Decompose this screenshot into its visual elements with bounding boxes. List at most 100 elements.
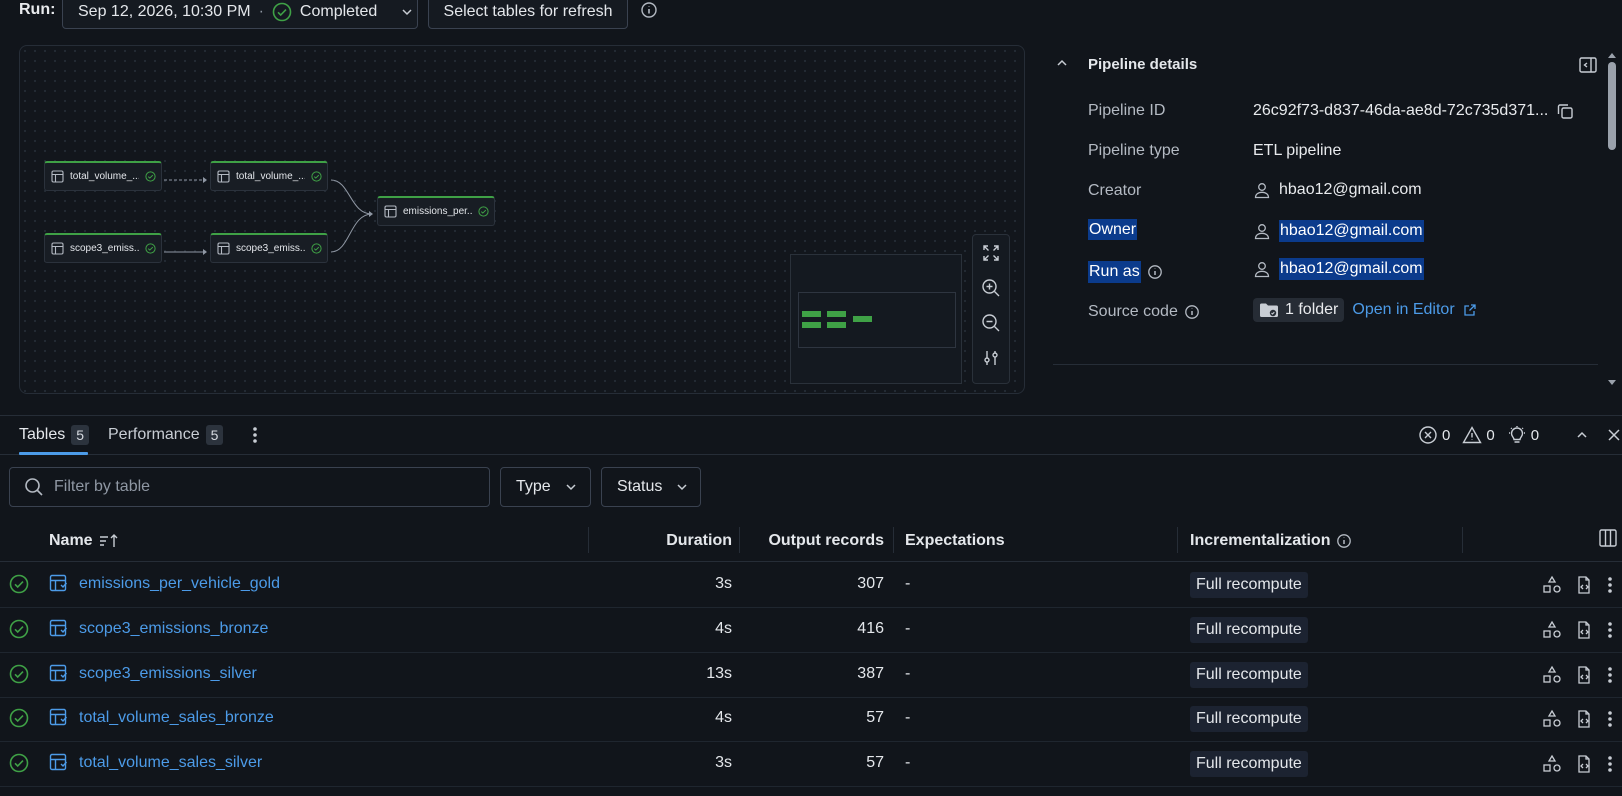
tab-performance[interactable]: Performance 5 xyxy=(108,425,224,445)
graph-node[interactable]: scope3_emiss... xyxy=(44,233,162,263)
table-name-link[interactable]: scope3_emissions_bronze xyxy=(79,620,268,638)
tab-label: Tables xyxy=(19,426,66,443)
zoom-in-icon xyxy=(981,278,1001,298)
folder-chip[interactable]: 1 folder xyxy=(1253,298,1345,322)
run-selector[interactable]: Sep 12, 2026, 10:30 PM · Completed xyxy=(62,0,418,29)
select-tables-refresh-button[interactable]: Select tables for refresh xyxy=(428,0,628,29)
table-icon xyxy=(49,708,69,728)
view-code-icon[interactable] xyxy=(1574,754,1594,774)
graph-node[interactable]: emissions_per... xyxy=(377,196,495,226)
collapse-details-icon[interactable] xyxy=(1055,56,1069,70)
creator-label: Creator xyxy=(1088,182,1142,199)
side-panel-icon[interactable] xyxy=(1578,55,1598,75)
table-name-link[interactable]: total_volume_sales_bronze xyxy=(79,709,274,727)
info-icon[interactable] xyxy=(1184,304,1200,320)
name-column-header[interactable]: Name xyxy=(49,532,119,550)
view-code-icon[interactable] xyxy=(1574,620,1594,640)
graph-node[interactable]: scope3_emiss... xyxy=(210,233,328,263)
issue-counters[interactable]: 0 0 0 xyxy=(1418,425,1539,445)
expand-icon xyxy=(982,244,1000,262)
row-actions xyxy=(1542,754,1614,774)
table-name-link[interactable]: scope3_emissions_silver xyxy=(79,665,257,683)
info-icon[interactable] xyxy=(1336,533,1352,549)
check-circle-icon xyxy=(9,664,29,684)
owner-email: hbao12@gmail.com xyxy=(1279,220,1424,242)
search-icon xyxy=(24,477,44,497)
fit-view-button[interactable] xyxy=(973,235,1009,270)
graph-node[interactable]: total_volume_... xyxy=(44,161,162,191)
output-records-cell: 57 xyxy=(866,709,884,727)
row-more-icon[interactable] xyxy=(1606,754,1614,774)
info-icon[interactable] xyxy=(1147,264,1163,280)
check-circle-icon xyxy=(9,753,29,773)
graph-node[interactable]: total_volume_... xyxy=(210,161,328,191)
check-circle-icon xyxy=(9,574,29,594)
run-date: Sep 12, 2026, 10:30 PM xyxy=(78,2,251,20)
lightbulb-icon xyxy=(1507,425,1527,445)
run-separator: · xyxy=(258,2,264,20)
zoom-out-button[interactable] xyxy=(973,305,1009,340)
table-row[interactable]: emissions_per_vehicle_gold 3s 307 - Full… xyxy=(0,563,1622,608)
error-count: 0 xyxy=(1442,426,1451,444)
lineage-icon[interactable] xyxy=(1542,575,1562,595)
owner-label-text: Owner xyxy=(1088,219,1138,240)
table-row[interactable]: total_volume_sales_bronze 4s 57 - Full r… xyxy=(0,697,1622,743)
row-more-icon[interactable] xyxy=(1606,620,1614,640)
row-more-icon[interactable] xyxy=(1606,575,1614,595)
expectations-column-header[interactable]: Expectations xyxy=(905,532,1005,550)
lineage-icon[interactable] xyxy=(1542,709,1562,729)
column-separator[interactable] xyxy=(588,527,589,553)
table-filter-input[interactable]: Filter by table xyxy=(9,467,490,507)
lineage-icon[interactable] xyxy=(1542,620,1562,640)
incrementalization-column-header[interactable]: Incrementalization xyxy=(1190,532,1352,550)
table-row[interactable]: total_volume_sales_silver 3s 57 - Full r… xyxy=(0,742,1622,788)
copy-icon[interactable] xyxy=(1556,102,1574,120)
output-records-column-header[interactable]: Output records xyxy=(768,532,884,550)
row-more-icon[interactable] xyxy=(1606,665,1614,685)
run-as-email: hbao12@gmail.com xyxy=(1279,258,1424,280)
more-tabs-icon[interactable] xyxy=(247,425,263,445)
info-icon[interactable] xyxy=(640,1,658,19)
chevron-down-icon xyxy=(565,481,577,493)
filter-placeholder: Filter by table xyxy=(54,478,151,495)
table-row[interactable]: scope3_emissions_bronze 4s 416 - Full re… xyxy=(0,608,1622,653)
row-actions xyxy=(1542,709,1614,729)
table-name-link[interactable]: total_volume_sales_silver xyxy=(79,754,262,772)
chevron-down-icon xyxy=(401,6,413,18)
graph-settings-button[interactable] xyxy=(973,340,1009,375)
columns-icon[interactable] xyxy=(1598,528,1618,548)
view-code-icon[interactable] xyxy=(1574,709,1594,729)
row-more-icon[interactable] xyxy=(1606,709,1614,729)
bottom-tabs-bar xyxy=(0,415,1622,455)
graph-node-label: scope3_emiss... xyxy=(236,243,305,254)
close-icon[interactable] xyxy=(1606,427,1622,443)
table-icon xyxy=(51,170,64,183)
column-separator[interactable] xyxy=(1462,527,1463,553)
pipeline-id-text: 26c92f73-d837-46da-ae8d-72c735d371... xyxy=(1253,102,1549,119)
folder-icon xyxy=(1259,302,1279,318)
column-separator[interactable] xyxy=(893,527,894,553)
run-status: Completed xyxy=(299,2,378,20)
zoom-in-button[interactable] xyxy=(973,270,1009,305)
view-code-icon[interactable] xyxy=(1574,575,1594,595)
view-code-icon[interactable] xyxy=(1574,665,1594,685)
tab-tables[interactable]: Tables 5 xyxy=(19,425,90,445)
lineage-icon[interactable] xyxy=(1542,754,1562,774)
chevron-up-icon[interactable] xyxy=(1575,428,1589,442)
type-dropdown[interactable]: Type xyxy=(500,467,591,507)
graph-node-label: emissions_per... xyxy=(403,206,472,217)
duration-column-header[interactable]: Duration xyxy=(666,532,732,550)
column-separator[interactable] xyxy=(1177,527,1178,553)
check-circle-icon xyxy=(311,171,322,182)
warning-icon xyxy=(1462,425,1483,445)
table-name-link[interactable]: emissions_per_vehicle_gold xyxy=(79,575,280,593)
status-dropdown[interactable]: Status xyxy=(601,467,701,507)
incrementalization-badge: Full recompute xyxy=(1190,616,1308,643)
expectations-cell: - xyxy=(905,709,911,727)
table-row[interactable]: scope3_emissions_silver 13s 387 - Full r… xyxy=(0,653,1622,698)
column-separator[interactable] xyxy=(739,527,740,553)
details-scrollbar[interactable] xyxy=(1606,46,1618,392)
lineage-icon[interactable] xyxy=(1542,665,1562,685)
table-icon xyxy=(49,753,69,773)
open-in-editor-link[interactable]: Open in Editor xyxy=(1352,301,1454,319)
